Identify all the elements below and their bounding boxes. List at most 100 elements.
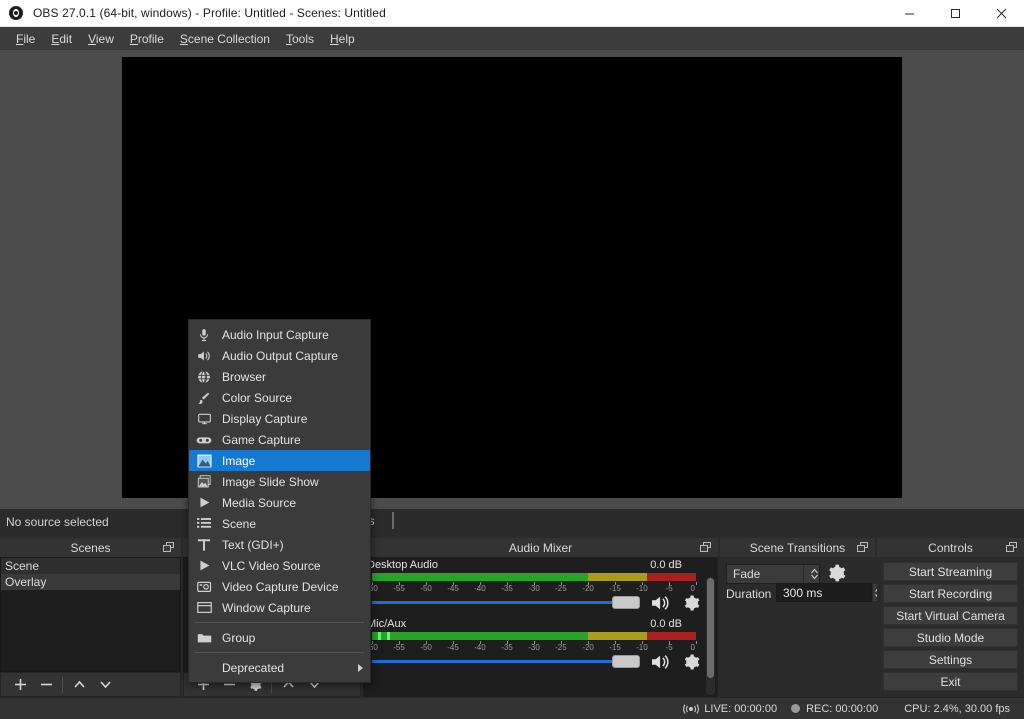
scenes-list[interactable]: Scene Overlay — [0, 557, 181, 672]
menu-item-label: Media Source — [222, 496, 296, 510]
list-item[interactable]: Scene — [1, 558, 180, 574]
menu-item-label: Group — [222, 631, 255, 645]
menu-item-media-source[interactable]: Media Source — [189, 492, 370, 513]
menu-profile[interactable]: Profile — [122, 29, 172, 49]
menu-item-group[interactable]: Group — [189, 627, 370, 648]
preview-area[interactable] — [0, 50, 1024, 509]
menu-item-scene[interactable]: Scene — [189, 513, 370, 534]
scene-transitions-title-label: Scene Transitions — [750, 541, 845, 555]
transition-spinner[interactable] — [803, 565, 819, 583]
menu-item-label: Color Source — [222, 391, 292, 405]
studio-mode-button[interactable]: Studio Mode — [883, 628, 1018, 647]
menu-item-label: Image — [222, 454, 255, 468]
menu-help[interactable]: Help — [322, 29, 363, 49]
add-source-context-menu[interactable]: Audio Input Capture Audio Output Capture… — [188, 319, 371, 683]
window-title: OBS 27.0.1 (64-bit, windows) - Profile: … — [33, 6, 386, 20]
speaker-icon[interactable] — [650, 653, 672, 671]
transition-select[interactable]: Fade — [726, 564, 820, 584]
broadcast-icon — [682, 703, 700, 715]
duration-label: Duration — [726, 587, 771, 601]
menu-profile-rest: rofile — [138, 32, 164, 46]
close-button[interactable] — [978, 0, 1024, 26]
maximize-button[interactable] — [932, 0, 978, 26]
speaker-icon[interactable] — [650, 594, 672, 612]
scenes-dock: Scenes Scene Overlay — [0, 538, 181, 697]
scene-transitions-title: Scene Transitions — [720, 538, 875, 557]
meter-scale: -60 -55 -50 -45 -40 -35 -30 -25 -20 -15 … — [372, 582, 696, 592]
mixer-channel: Mic/Aux 0.0 dB -60 -55 -50 -45 -40 -35 -… — [363, 616, 718, 675]
level-meter — [372, 632, 696, 640]
move-scene-down-button[interactable] — [92, 674, 118, 696]
menu-edit[interactable]: Edit — [43, 29, 80, 49]
scenes-title-label: Scenes — [70, 541, 110, 555]
menu-item-label: Display Capture — [222, 412, 307, 426]
start-virtual-camera-button[interactable]: Start Virtual Camera — [883, 606, 1018, 625]
menu-view[interactable]: View — [80, 29, 122, 49]
menu-item-text-gdi[interactable]: Text (GDI+) — [189, 534, 370, 555]
list-item[interactable]: Overlay — [1, 574, 180, 590]
audio-mixer-title-label: Audio Mixer — [509, 541, 572, 555]
menu-edit-rest: dit — [59, 32, 72, 46]
undock-icon[interactable] — [163, 542, 175, 553]
text-icon — [194, 537, 214, 553]
menu-item-audio-output-capture[interactable]: Audio Output Capture — [189, 345, 370, 366]
gear-icon[interactable] — [682, 653, 700, 671]
menu-item-video-capture-device[interactable]: Video Capture Device — [189, 576, 370, 597]
menu-item-image[interactable]: Image — [189, 450, 370, 471]
start-streaming-button[interactable]: Start Streaming — [883, 562, 1018, 581]
menu-tools-rest: ools — [292, 32, 314, 46]
undock-icon[interactable] — [1006, 542, 1018, 553]
gear-icon[interactable] — [682, 594, 700, 612]
menu-item-label: Audio Input Capture — [222, 328, 329, 342]
duration-input[interactable]: 300 ms — [776, 583, 872, 602]
minimize-button[interactable] — [886, 0, 932, 26]
menu-item-label: Scene — [222, 517, 256, 531]
add-scene-button[interactable] — [7, 674, 33, 696]
volume-slider[interactable] — [372, 596, 640, 610]
play-icon — [194, 495, 214, 511]
undock-icon[interactable] — [857, 542, 869, 553]
transition-properties-gear-icon[interactable] — [826, 563, 846, 583]
exit-button[interactable]: Exit — [883, 672, 1018, 691]
menu-separator — [195, 622, 364, 623]
menu-file[interactable]: File — [8, 29, 43, 49]
controls-title: Controls — [877, 538, 1024, 557]
settings-button[interactable]: Settings — [883, 650, 1018, 669]
list-icon — [194, 516, 214, 532]
start-recording-button[interactable]: Start Recording — [883, 584, 1018, 603]
window-icon — [194, 600, 214, 616]
undock-icon[interactable] — [700, 542, 712, 553]
mixer-channel: Desktop Audio 0.0 dB -60 -55 -50 -45 -40… — [363, 557, 718, 616]
menu-item-color-source[interactable]: Color Source — [189, 387, 370, 408]
move-scene-up-button[interactable] — [66, 674, 92, 696]
mixer-scrollbar[interactable] — [706, 577, 715, 695]
menu-item-deprecated[interactable]: Deprecated — [189, 657, 370, 678]
menu-item-label: Video Capture Device — [222, 580, 339, 594]
speaker-icon — [194, 348, 214, 364]
audio-mixer-dock: Audio Mixer Desktop Audio 0.0 dB -60 -55… — [363, 538, 718, 697]
channel-name: Desktop Audio — [367, 559, 438, 571]
menu-item-display-capture[interactable]: Display Capture — [189, 408, 370, 429]
cpu-status: CPU: 2.4%, 30.00 fps — [904, 703, 1010, 715]
menu-item-game-capture[interactable]: Game Capture — [189, 429, 370, 450]
menu-tools[interactable]: Tools — [278, 29, 322, 49]
scene-transitions-body: Fade Duration 300 ms — [720, 557, 875, 697]
slideshow-icon — [194, 474, 214, 490]
volume-slider[interactable] — [372, 655, 640, 669]
menu-item-browser[interactable]: Browser — [189, 366, 370, 387]
obs-main-window: OBS 27.0.1 (64-bit, windows) - Profile: … — [0, 0, 1024, 719]
menu-scene-collection[interactable]: Scene Collection — [172, 29, 278, 49]
rec-timer: REC: 00:00:00 — [806, 703, 878, 715]
peak-indicator — [387, 632, 390, 640]
status-bar: LIVE: 00:00:00 REC: 00:00:00 CPU: 2.4%, … — [0, 697, 1024, 719]
menu-item-audio-input-capture[interactable]: Audio Input Capture — [189, 324, 370, 345]
menu-item-window-capture[interactable]: Window Capture — [189, 597, 370, 618]
controls-body: Start Streaming Start Recording Start Vi… — [877, 557, 1024, 697]
obs-logo-icon — [8, 5, 24, 21]
remove-scene-button[interactable] — [33, 674, 59, 696]
menu-scene-collection-rest: cene Collection — [188, 32, 270, 46]
menu-item-vlc-video-source[interactable]: VLC Video Source — [189, 555, 370, 576]
audio-mixer-title: Audio Mixer — [363, 538, 718, 557]
menu-item-image-slide-show[interactable]: Image Slide Show — [189, 471, 370, 492]
no-source-selected-label: No source selected — [6, 515, 109, 529]
